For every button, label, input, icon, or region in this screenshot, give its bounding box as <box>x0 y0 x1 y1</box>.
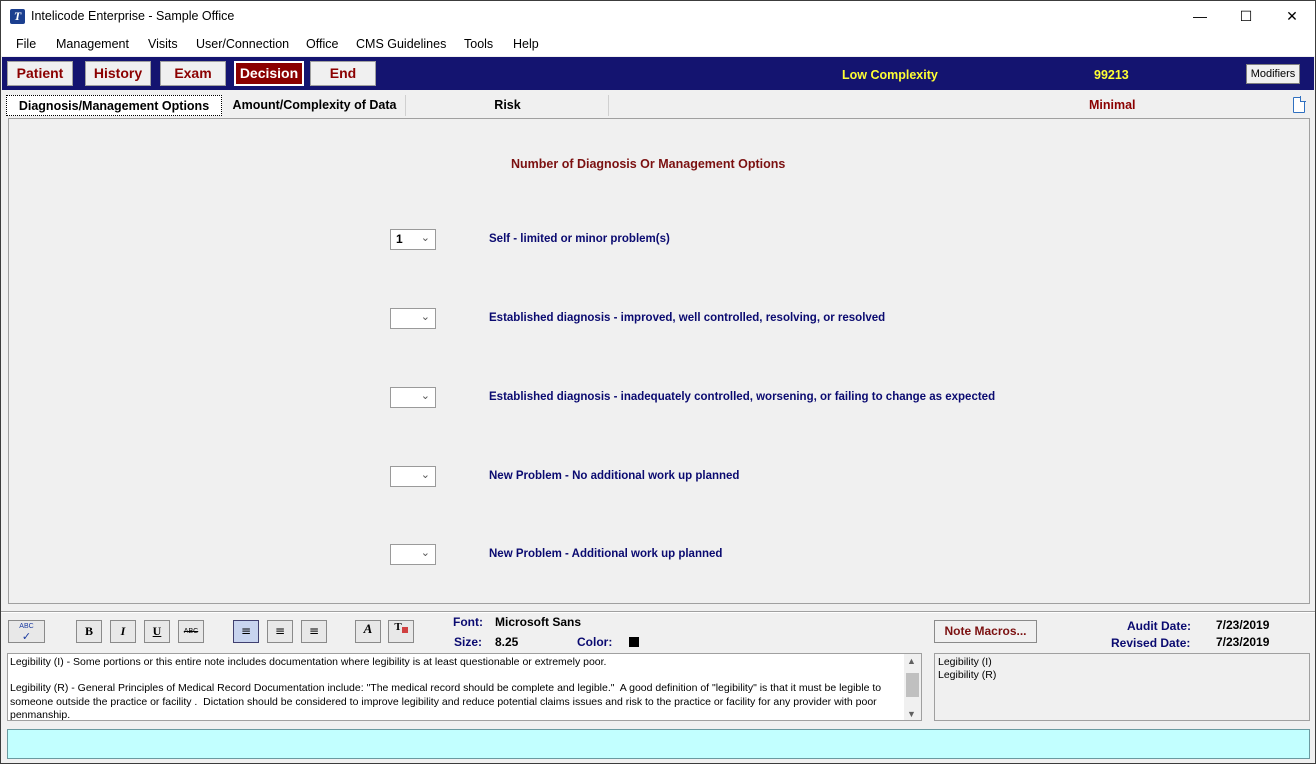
billing-code: 99213 <box>1094 68 1129 82</box>
font-value: Microsoft Sans <box>495 615 582 629</box>
size-label: Size: <box>454 635 483 649</box>
font-label: Font: <box>453 615 483 629</box>
app-logo-icon: T <box>10 9 25 24</box>
macro-list: Legibility (I) Legibility (R) <box>934 653 1310 721</box>
chevron-down-icon: ⌄ <box>420 311 430 323</box>
chevron-down-icon: ⌄ <box>420 390 430 402</box>
chevron-down-icon: ⌄ <box>420 547 430 559</box>
app-window: T Intelicode Enterprise - Sample Office … <box>0 0 1316 764</box>
option-label-1: Self - limited or minor problem(s) <box>489 233 670 245</box>
window-title: Intelicode Enterprise - Sample Office <box>31 9 235 23</box>
option-label-5: New Problem - Additional work up planned <box>489 548 723 560</box>
menu-management[interactable]: Management <box>56 37 129 51</box>
menu-tools[interactable]: Tools <box>464 37 493 51</box>
option-select-2[interactable]: ⌄ <box>390 308 436 329</box>
menu-bar: File Management Visits User/Connection O… <box>1 32 1315 56</box>
note-text: Legibility (I) - Some portions or this e… <box>10 656 882 721</box>
tab-strip: Diagnosis/Management Options Amount/Comp… <box>1 93 1315 117</box>
align-right-icon[interactable]: ≡ <box>301 620 327 643</box>
macro-item-legibility-r[interactable]: Legibility (R) <box>938 669 996 681</box>
menu-user-connection[interactable]: User/Connection <box>196 37 289 51</box>
option-select-1[interactable]: 1 ⌄ <box>390 229 436 250</box>
chevron-down-icon: ⌄ <box>420 469 430 481</box>
option-label-2: Established diagnosis - improved, well c… <box>489 312 886 324</box>
underline-button[interactable]: U <box>144 620 170 643</box>
end-button[interactable]: End <box>310 61 376 86</box>
tab-amount-complexity-data[interactable]: Amount/Complexity of Data <box>224 95 406 116</box>
note-textarea[interactable]: Legibility (I) - Some portions or this e… <box>7 653 922 721</box>
menu-office[interactable]: Office <box>306 37 338 51</box>
menu-file[interactable]: File <box>16 37 36 51</box>
panel-title: Number of Diagnosis Or Management Option… <box>511 157 786 171</box>
menu-cms-guidelines[interactable]: CMS Guidelines <box>356 37 446 51</box>
command-input-bar[interactable] <box>7 729 1310 759</box>
visit-nav-bar: Patient History Exam Decision End Low Co… <box>2 57 1314 90</box>
color-label: Color: <box>577 635 613 649</box>
align-center-icon[interactable]: ≡ <box>267 620 293 643</box>
color-swatch[interactable] <box>629 637 639 647</box>
tab-diagnosis-management[interactable]: Diagnosis/Management Options <box>6 95 222 116</box>
divider <box>1 611 1315 613</box>
minimize-button[interactable]: — <box>1177 1 1223 32</box>
scroll-thumb[interactable] <box>906 673 919 697</box>
document-icon[interactable] <box>1293 96 1306 113</box>
option-label-3: Established diagnosis - inadequately con… <box>489 391 996 403</box>
risk-level: Minimal <box>1089 98 1136 112</box>
menu-help[interactable]: Help <box>513 37 539 51</box>
size-value: 8.25 <box>495 635 519 649</box>
spell-check-label: ABC <box>19 623 34 630</box>
italic-button[interactable]: I <box>110 620 136 643</box>
audit-date-label: Audit Date: <box>1127 619 1191 633</box>
menu-visits[interactable]: Visits <box>148 37 178 51</box>
align-left-icon[interactable]: ≡ <box>233 620 259 643</box>
maximize-button[interactable]: ☐ <box>1223 1 1269 32</box>
close-button[interactable]: ✕ <box>1269 1 1315 32</box>
audit-date-value: 7/23/2019 <box>1216 618 1270 632</box>
exam-button[interactable]: Exam <box>160 61 226 86</box>
check-icon: ✓ <box>21 631 32 643</box>
history-button[interactable]: History <box>85 61 151 86</box>
option-select-4[interactable]: ⌄ <box>390 466 436 487</box>
option-label-4: New Problem - No additional work up plan… <box>489 470 740 482</box>
option-select-3[interactable]: ⌄ <box>390 387 436 408</box>
patient-button[interactable]: Patient <box>7 61 73 86</box>
macro-item-legibility-i[interactable]: Legibility (I) <box>938 656 992 668</box>
complexity-level: Low Complexity <box>842 68 938 82</box>
revised-date-label: Revised Date: <box>1111 636 1191 650</box>
revised-date-value: 7/23/2019 <box>1216 635 1270 649</box>
option-select-5[interactable]: ⌄ <box>390 544 436 565</box>
decision-button[interactable]: Decision <box>234 61 304 86</box>
options-panel: Number of Diagnosis Or Management Option… <box>8 118 1310 604</box>
scroll-up-icon[interactable]: ▲ <box>907 656 916 666</box>
title-bar: T Intelicode Enterprise - Sample Office … <box>1 1 1315 32</box>
note-scrollbar[interactable]: ▲ ▼ <box>904 654 921 720</box>
spell-check-button[interactable]: ABC ✓ <box>8 620 45 643</box>
font-icon[interactable]: A <box>355 620 381 643</box>
modifiers-button[interactable]: Modifiers <box>1246 64 1300 84</box>
scroll-down-icon[interactable]: ▼ <box>907 709 916 719</box>
chevron-down-icon: ⌄ <box>420 232 430 244</box>
color-swatch-icon <box>401 627 408 633</box>
text-color-icon[interactable]: T <box>388 620 414 643</box>
tab-risk[interactable]: Risk <box>407 95 609 116</box>
strikethrough-button[interactable]: ABC <box>178 620 204 643</box>
note-macros-button[interactable]: Note Macros... <box>934 620 1037 643</box>
option-value: 1 <box>396 232 403 246</box>
bold-button[interactable]: B <box>76 620 102 643</box>
